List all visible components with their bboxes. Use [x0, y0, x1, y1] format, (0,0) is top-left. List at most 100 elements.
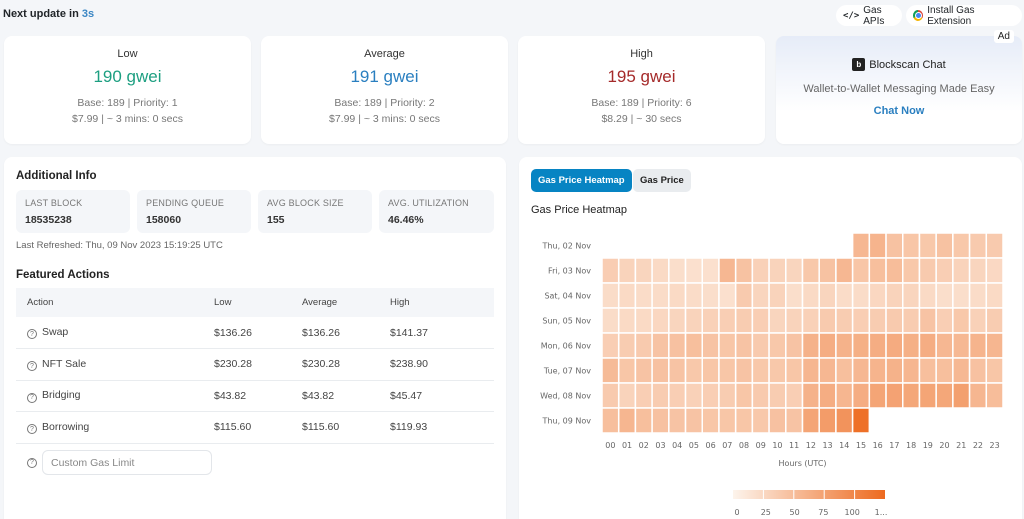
heatmap-cell[interactable]	[902, 382, 921, 409]
heatmap-cell[interactable]	[818, 282, 837, 309]
heatmap-cell[interactable]	[751, 357, 770, 384]
heatmap-cell[interactable]	[785, 407, 804, 434]
heatmap-cell[interactable]	[668, 407, 687, 434]
heatmap-cell[interactable]	[818, 257, 837, 284]
heatmap-cell[interactable]	[818, 307, 837, 334]
heatmap-cell[interactable]	[902, 282, 921, 309]
heatmap-cell[interactable]	[701, 357, 720, 384]
heatmap-cell[interactable]	[651, 407, 670, 434]
heatmap-cell[interactable]	[935, 257, 954, 284]
heatmap-cell[interactable]	[952, 232, 971, 259]
heatmap-cell[interactable]	[935, 282, 954, 309]
heatmap-cell[interactable]	[668, 332, 687, 359]
heatmap-cell[interactable]	[952, 307, 971, 334]
heatmap-cell[interactable]	[968, 332, 988, 359]
heatmap-cell[interactable]	[668, 382, 687, 409]
heatmap-cell[interactable]	[851, 332, 871, 359]
heatmap-cell[interactable]	[668, 357, 687, 384]
help-icon[interactable]: ?	[27, 329, 37, 340]
heatmap-cell[interactable]	[651, 282, 670, 309]
heatmap-cell[interactable]	[768, 382, 787, 409]
heatmap-cell[interactable]	[785, 282, 804, 309]
heatmap-cell[interactable]	[952, 282, 971, 309]
heatmap-cell[interactable]	[785, 307, 804, 334]
heatmap-cell[interactable]	[801, 382, 820, 409]
heatmap-cell[interactable]	[918, 282, 937, 309]
heatmap-cell[interactable]	[818, 382, 837, 409]
heatmap-cell[interactable]	[918, 332, 937, 359]
heatmap-cell[interactable]	[734, 382, 754, 409]
heatmap-cell[interactable]	[801, 307, 820, 334]
heatmap-cell[interactable]	[651, 382, 670, 409]
heatmap-cell[interactable]	[835, 407, 854, 434]
heatmap-cell[interactable]	[634, 282, 653, 309]
heatmap-cell[interactable]	[684, 332, 704, 359]
heatmap-cell[interactable]	[718, 407, 737, 434]
heatmap-cell[interactable]	[851, 257, 871, 284]
heatmap-cell[interactable]	[751, 282, 770, 309]
heatmap-cell[interactable]	[918, 382, 937, 409]
heatmap-cell[interactable]	[868, 382, 887, 409]
heatmap-cell[interactable]	[718, 357, 737, 384]
heatmap-cell[interactable]	[768, 407, 787, 434]
heatmap-cell[interactable]	[902, 357, 921, 384]
heatmap-cell[interactable]	[601, 407, 620, 434]
heatmap-cell[interactable]	[885, 282, 904, 309]
heatmap-cell[interactable]	[868, 357, 887, 384]
heatmap-cell[interactable]	[985, 382, 1004, 409]
heatmap-cell[interactable]	[617, 357, 637, 384]
heatmap-cell[interactable]	[868, 257, 887, 284]
heatmap-cell[interactable]	[701, 382, 720, 409]
heatmap-cell[interactable]	[952, 332, 971, 359]
heatmap-cell[interactable]	[985, 282, 1004, 309]
help-icon[interactable]: ?	[27, 457, 37, 468]
heatmap-cell[interactable]	[601, 382, 620, 409]
heatmap-cell[interactable]	[734, 307, 754, 334]
help-icon[interactable]: ?	[27, 424, 37, 434]
heatmap-cell[interactable]	[935, 307, 954, 334]
install-extension-button[interactable]: Install Gas Extension	[906, 5, 1022, 27]
heatmap-cell[interactable]	[634, 307, 653, 334]
heatmap-cell[interactable]	[601, 257, 620, 284]
heatmap-cell[interactable]	[718, 257, 737, 284]
heatmap-cell[interactable]	[718, 282, 737, 309]
heatmap-cell[interactable]	[985, 357, 1004, 384]
heatmap-cell[interactable]	[868, 332, 887, 359]
heatmap-cell[interactable]	[634, 407, 653, 434]
heatmap-cell[interactable]	[835, 307, 854, 334]
heatmap-cell[interactable]	[801, 257, 820, 284]
heatmap-cell[interactable]	[801, 357, 820, 384]
heatmap-cell[interactable]	[601, 332, 620, 359]
heatmap-cell[interactable]	[885, 332, 904, 359]
heatmap-cell[interactable]	[918, 232, 937, 259]
heatmap-cell[interactable]	[952, 382, 971, 409]
heatmap-cell[interactable]	[768, 332, 787, 359]
heatmap-cell[interactable]	[768, 307, 787, 334]
heatmap-cell[interactable]	[734, 357, 754, 384]
heatmap-cell[interactable]	[885, 232, 904, 259]
heatmap-cell[interactable]	[902, 257, 921, 284]
heatmap-cell[interactable]	[885, 357, 904, 384]
heatmap-cell[interactable]	[785, 257, 804, 284]
heatmap-cell[interactable]	[684, 282, 704, 309]
heatmap-cell[interactable]	[734, 282, 754, 309]
heatmap-cell[interactable]	[601, 307, 620, 334]
heatmap-cell[interactable]	[835, 282, 854, 309]
heatmap-cell[interactable]	[668, 282, 687, 309]
heatmap-cell[interactable]	[718, 332, 737, 359]
heatmap-cell[interactable]	[634, 357, 653, 384]
heatmap-cell[interactable]	[985, 232, 1004, 259]
heatmap-cell[interactable]	[985, 332, 1004, 359]
heatmap-cell[interactable]	[968, 232, 988, 259]
heatmap-cell[interactable]	[918, 307, 937, 334]
heatmap-cell[interactable]	[617, 407, 637, 434]
heatmap-cell[interactable]	[684, 257, 704, 284]
heatmap-cell[interactable]	[734, 407, 754, 434]
heatmap-cell[interactable]	[718, 307, 737, 334]
heatmap-cell[interactable]	[902, 307, 921, 334]
heatmap-cell[interactable]	[751, 332, 770, 359]
heatmap-cell[interactable]	[668, 257, 687, 284]
heatmap-cell[interactable]	[868, 307, 887, 334]
heatmap-cell[interactable]	[634, 332, 653, 359]
heatmap-cell[interactable]	[768, 257, 787, 284]
